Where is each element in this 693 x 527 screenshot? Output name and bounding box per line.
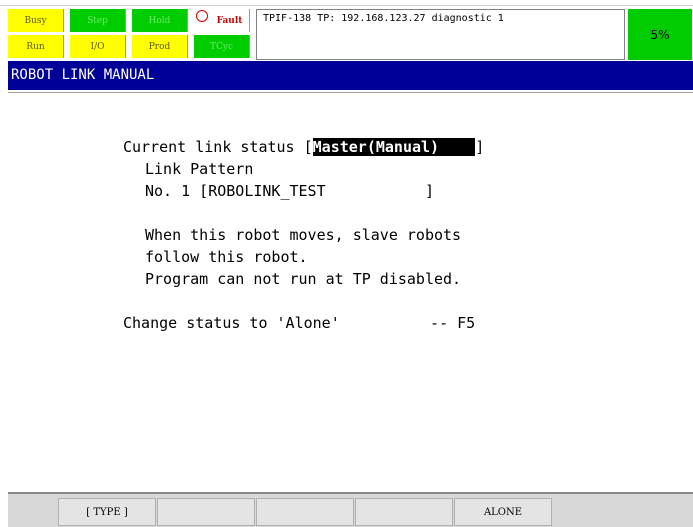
- f3-button[interactable]: [256, 498, 354, 526]
- indicator-hold: Hold: [132, 9, 188, 32]
- indicator-tcyc: TCyc: [194, 35, 250, 58]
- indicator-prod: Prod: [132, 35, 188, 58]
- link-pattern-label: Link Pattern: [145, 160, 254, 178]
- f5-alone-button[interactable]: ALONE: [454, 498, 552, 526]
- fault-circle-icon: [196, 10, 208, 22]
- description-line-2: follow this robot.: [145, 248, 308, 266]
- indicator-fault: Fault: [194, 9, 250, 32]
- description-line-1: When this robot moves, slave robots: [145, 226, 462, 244]
- link-status-line: Current link status [Master(Manual) ]: [123, 138, 485, 156]
- indicator-busy: Busy: [8, 9, 64, 32]
- top-border: [0, 0, 693, 6]
- screen-title: ROBOT LINK MANUAL: [8, 61, 693, 90]
- f2-button[interactable]: [157, 498, 255, 526]
- link-pattern-value: No. 1 [ROBOLINK_TEST ]: [145, 182, 434, 200]
- change-status-hint: Change status to 'Alone' -- F5: [123, 314, 476, 332]
- function-key-bar: [ TYPE ] ALONE: [8, 492, 693, 527]
- speed-override: 5%: [628, 9, 692, 60]
- f4-button[interactable]: [355, 498, 453, 526]
- indicator-run: Run: [8, 35, 64, 58]
- indicator-step: Step: [70, 9, 126, 32]
- main-content: Current link status [Master(Manual) ] Li…: [8, 92, 693, 491]
- link-status-value[interactable]: Master(Manual): [312, 138, 476, 156]
- description-line-3: Program can not run at TP disabled.: [145, 270, 462, 288]
- alarm-message: TPIF-138 TP: 192.168.123.27 diagnostic 1: [256, 9, 625, 60]
- f1-type-button[interactable]: [ TYPE ]: [58, 498, 156, 526]
- indicator-io: I/O: [70, 35, 126, 58]
- status-indicators: Busy Step Hold Fault Run I/O Prod TCyc: [8, 9, 255, 60]
